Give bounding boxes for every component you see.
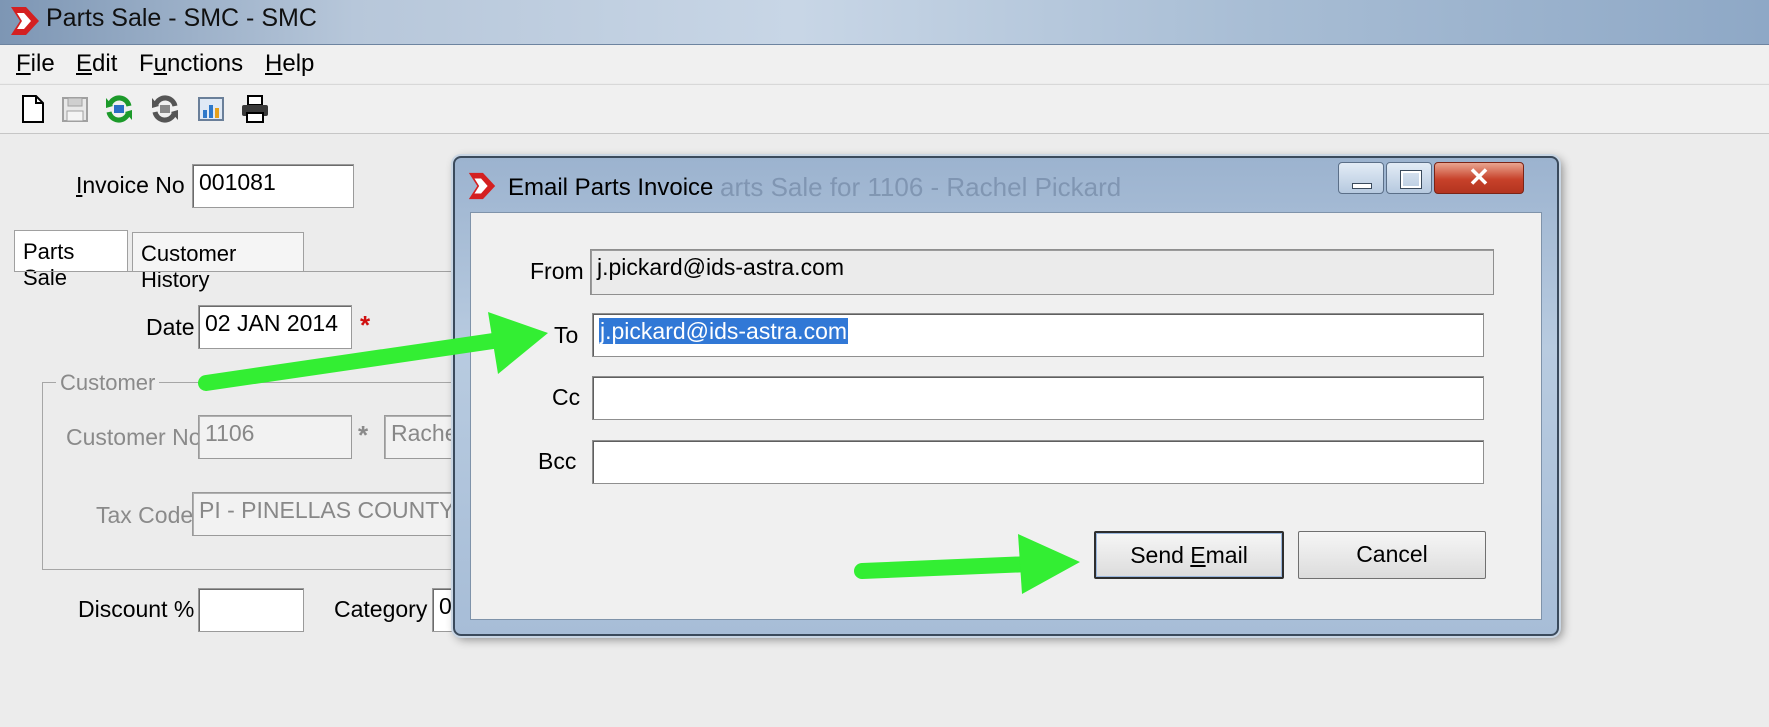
- discount-label: Discount %: [78, 596, 195, 622]
- customer-required-mark: *: [358, 420, 369, 450]
- minimize-button[interactable]: [1338, 162, 1384, 194]
- minimize-icon: [1352, 183, 1372, 189]
- app-logo-icon: [11, 7, 39, 35]
- from-label: From: [530, 258, 584, 284]
- menu-file[interactable]: File: [16, 50, 55, 78]
- cancel-button[interactable]: Cancel: [1298, 531, 1486, 579]
- invoice-no-label: Invoice No: [76, 172, 185, 198]
- from-field: j.pickard@ids-astra.com: [590, 249, 1494, 295]
- bcc-field[interactable]: [592, 440, 1484, 484]
- menu-edit[interactable]: Edit: [76, 50, 117, 78]
- refresh-icon[interactable]: [104, 94, 134, 124]
- tax-code-field[interactable]: PI - PINELLAS COUNTY: [192, 492, 474, 536]
- maximize-button[interactable]: [1386, 162, 1432, 194]
- tax-code-label: Tax Code: [96, 502, 194, 528]
- date-field[interactable]: 02 JAN 2014: [198, 305, 352, 349]
- print-icon[interactable]: [240, 94, 270, 124]
- send-email-button[interactable]: Send Email: [1094, 531, 1284, 579]
- menu-functions[interactable]: Functions: [139, 50, 243, 78]
- to-field-value: j.pickard@ids-astra.com: [599, 318, 849, 344]
- new-document-icon[interactable]: [18, 94, 48, 124]
- cc-field[interactable]: [592, 376, 1484, 420]
- report-icon[interactable]: [196, 94, 226, 124]
- close-button[interactable]: ✕: [1434, 162, 1524, 194]
- dialog-title: Email Parts Invoice: [508, 174, 714, 201]
- tab-divider: [14, 271, 454, 272]
- dialog-logo-icon: [468, 172, 496, 200]
- customer-group-label: Customer: [56, 370, 160, 396]
- category-label: Category: [334, 596, 428, 622]
- menu-help[interactable]: Help: [265, 50, 314, 78]
- tab-parts-sale[interactable]: Parts Sale: [14, 230, 128, 290]
- to-label: To: [554, 322, 579, 348]
- tab-customer-history[interactable]: Customer History: [132, 232, 304, 292]
- close-icon: ✕: [1468, 162, 1490, 192]
- discount-field[interactable]: [198, 588, 304, 632]
- date-required-mark: *: [360, 310, 371, 340]
- bcc-label: Bcc: [538, 448, 577, 474]
- customer-no-field[interactable]: 1106: [198, 415, 352, 459]
- reverse-icon[interactable]: [150, 94, 180, 124]
- dialog-title-ghost: arts Sale for 1106 - Rachel Pickard: [720, 172, 1122, 202]
- cc-label: Cc: [552, 384, 581, 410]
- to-field[interactable]: j.pickard@ids-astra.com: [592, 313, 1484, 357]
- invoice-no-field[interactable]: 001081: [192, 164, 354, 208]
- maximize-icon: [1400, 170, 1422, 189]
- date-label: Date: [146, 314, 195, 340]
- save-icon[interactable]: [60, 94, 90, 124]
- window-title: Parts Sale - SMC - SMC: [46, 4, 317, 32]
- customer-group: [42, 382, 474, 570]
- customer-no-label: Customer No: [66, 424, 202, 450]
